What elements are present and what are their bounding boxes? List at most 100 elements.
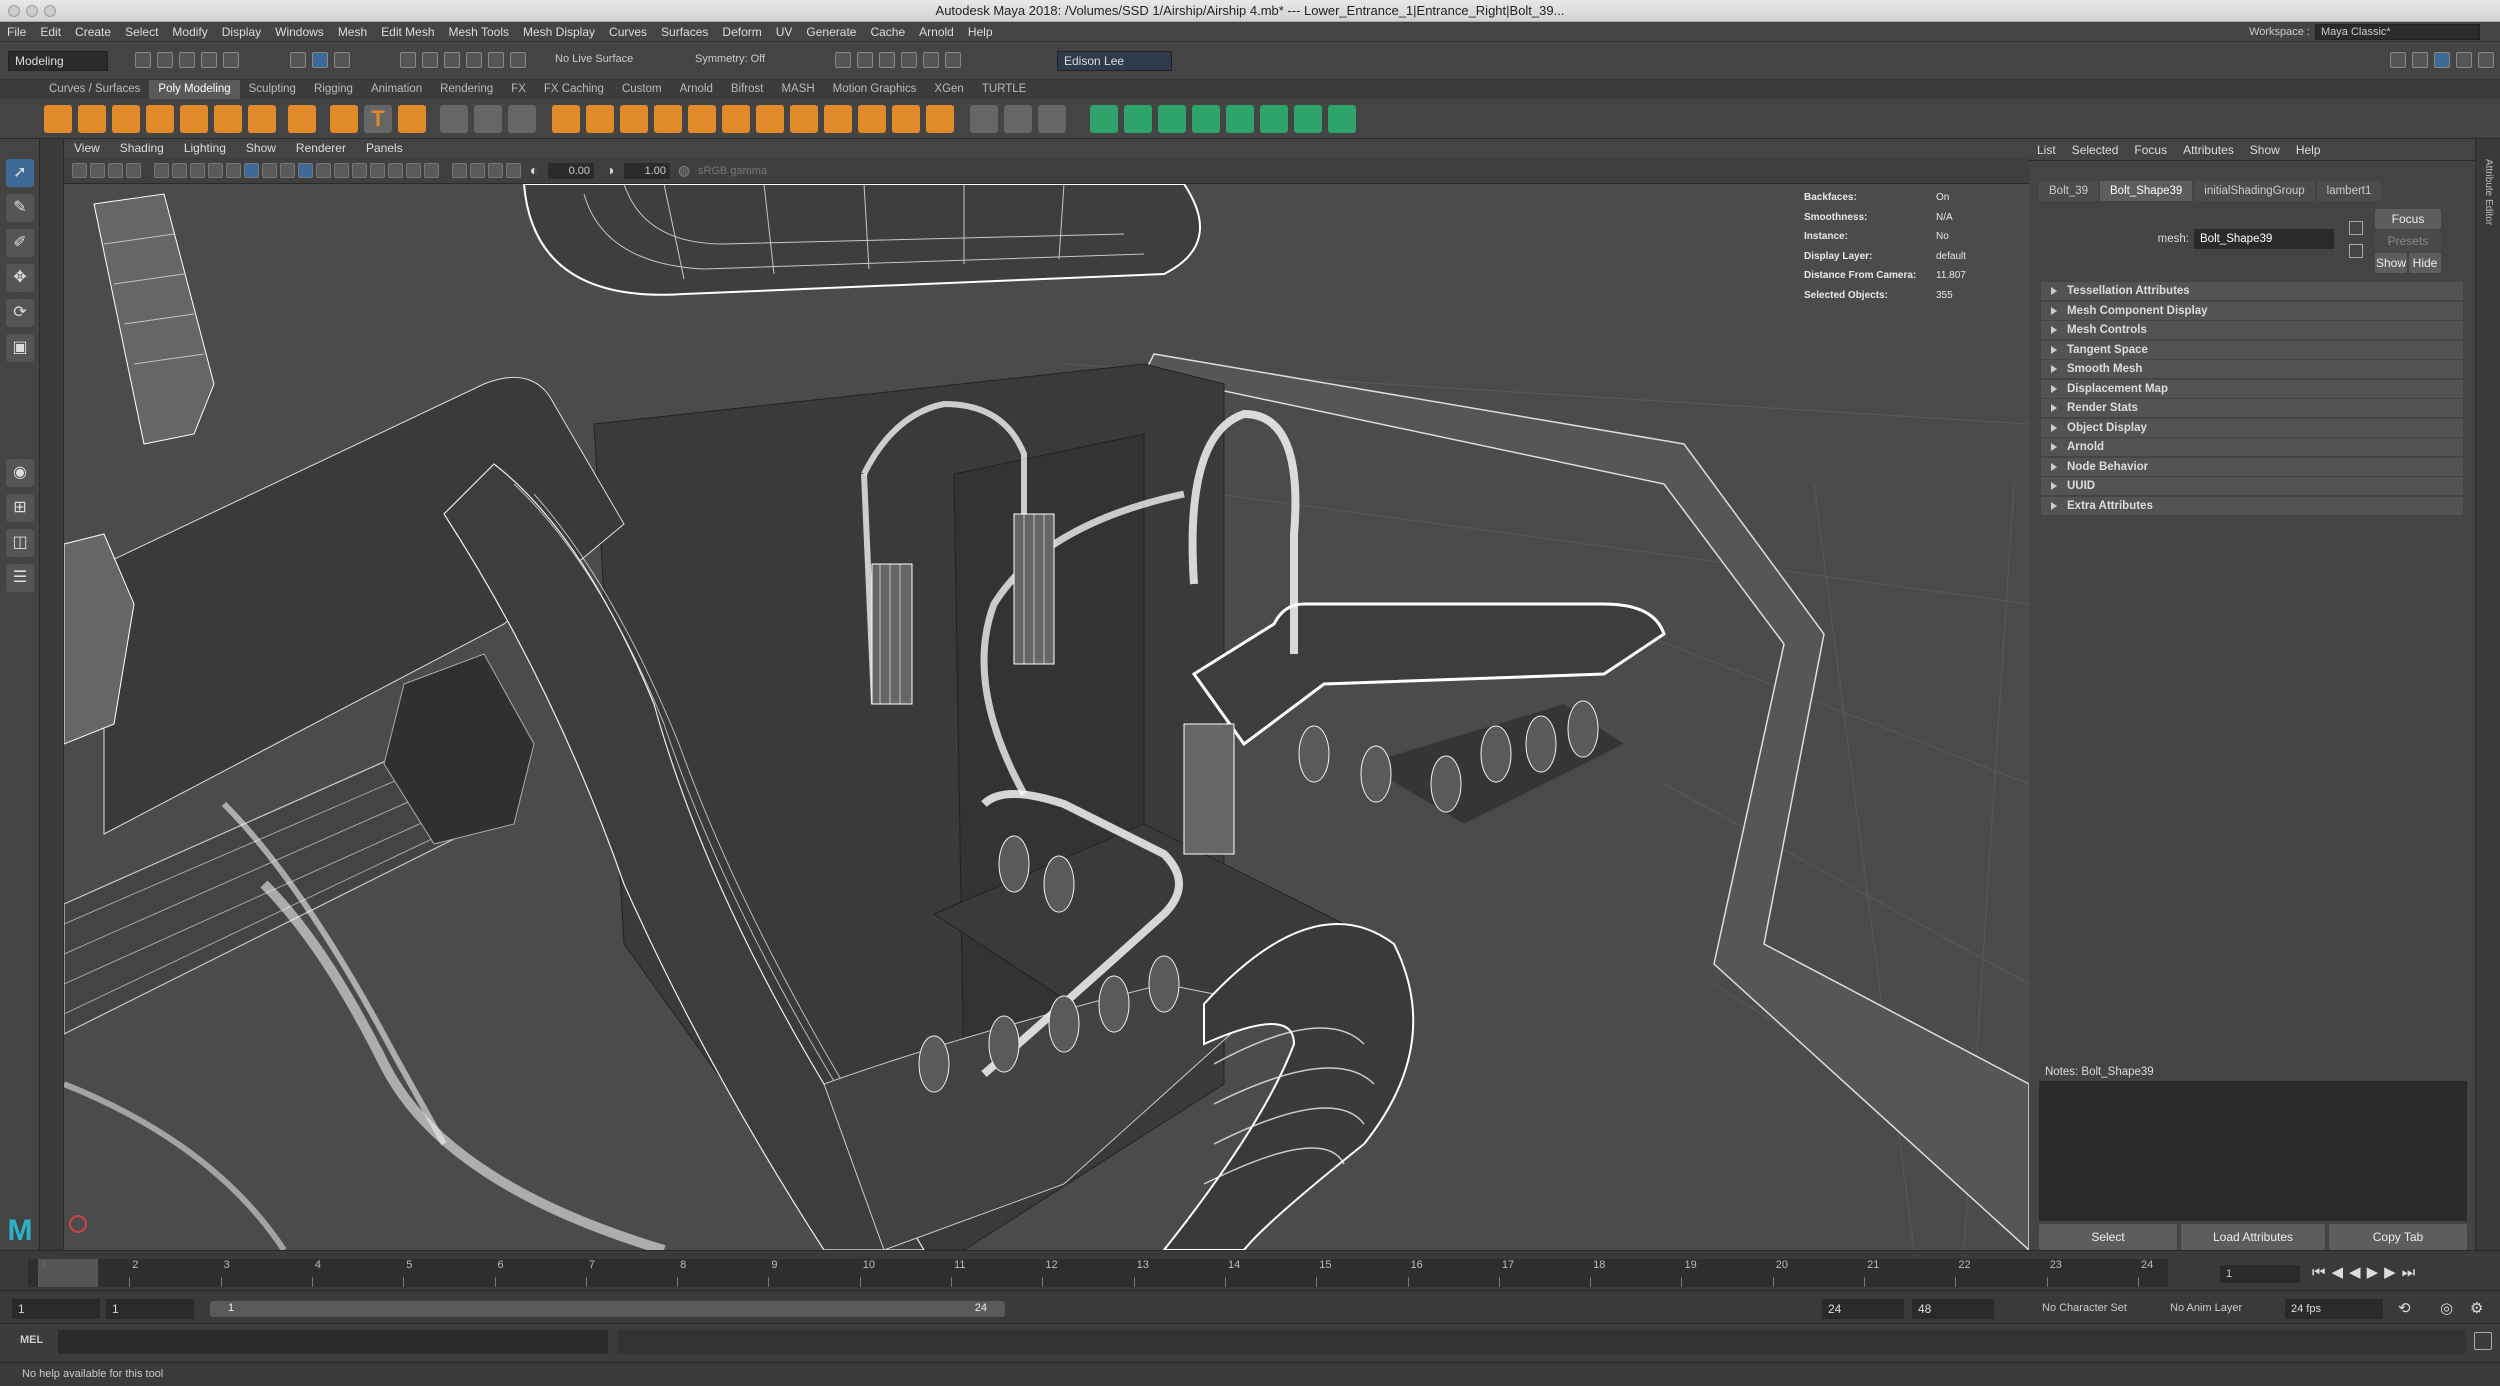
script-editor-icon[interactable]	[2474, 1332, 2492, 1350]
ipr-render-icon[interactable]	[879, 52, 895, 68]
textured-icon[interactable]	[316, 163, 331, 178]
panel-menu-panels[interactable]: Panels	[356, 139, 413, 158]
isolate-select-icon[interactable]	[452, 163, 467, 178]
shadows-icon[interactable]	[352, 163, 367, 178]
section-tessellation-attributes[interactable]: Tessellation Attributes	[2041, 282, 2463, 300]
quad-draw-icon[interactable]	[1038, 105, 1066, 133]
go-to-input-icon[interactable]	[2349, 221, 2363, 235]
gate-mask-icon[interactable]	[208, 163, 223, 178]
cylindrical-mapping-icon[interactable]	[1124, 105, 1152, 133]
section-node-behavior[interactable]: Node Behavior	[2041, 457, 2463, 476]
time-slider[interactable]: 123456789101112131415161718192021222324 …	[0, 1250, 2500, 1290]
insert-edge-loop-icon[interactable]	[970, 105, 998, 133]
hide-button[interactable]: Hide	[2409, 253, 2441, 273]
snap-surface-icon[interactable]	[488, 52, 504, 68]
exposure-field[interactable]: 0.00	[548, 163, 594, 179]
go-to-output-icon[interactable]	[2349, 244, 2363, 258]
copy-tab-button[interactable]: Copy Tab	[2329, 1224, 2467, 1250]
planar-mapping-icon[interactable]	[1090, 105, 1118, 133]
section-arnold[interactable]: Arnold	[2041, 438, 2463, 456]
node-tab-bolt-shape39[interactable]: Bolt_Shape39	[2100, 181, 2193, 201]
poly-torus-icon[interactable]	[180, 105, 208, 133]
append-polygon-icon[interactable]	[790, 105, 818, 133]
poly-cube-icon[interactable]	[78, 105, 106, 133]
section-mesh-controls[interactable]: Mesh Controls	[2041, 321, 2463, 339]
section-uuid[interactable]: UUID	[2041, 477, 2463, 495]
viewport-persp[interactable]: Backfaces: On Smoothness: N/A Instance: No Dis…	[64, 184, 2029, 1250]
depth-of-field-icon[interactable]	[424, 163, 439, 178]
separate-icon[interactable]	[586, 105, 614, 133]
shelf-tab-bifrost[interactable]: Bifrost	[722, 80, 773, 99]
gamma-field[interactable]: 1.00	[624, 163, 670, 179]
resolution-gate-icon[interactable]	[190, 163, 205, 178]
menu-display[interactable]: Display	[215, 22, 268, 42]
symmetry-label[interactable]: Symmetry: Off	[695, 53, 765, 65]
playback-preferences-icon[interactable]: ⚙	[2470, 1299, 2483, 1317]
auto-key-icon[interactable]: ◎	[2440, 1299, 2453, 1317]
workspace-select[interactable]: Maya Classic*	[2315, 24, 2480, 40]
snap-edge-icon[interactable]	[510, 52, 526, 68]
mesh-name-field[interactable]: Bolt_Shape39	[2194, 229, 2334, 249]
poly-disc-icon[interactable]	[248, 105, 276, 133]
automatic-mapping-icon[interactable]	[1192, 105, 1220, 133]
panel-menu-lighting[interactable]: Lighting	[174, 139, 236, 158]
panel-menu-view[interactable]: View	[64, 139, 110, 158]
menu-curves[interactable]: Curves	[602, 22, 654, 42]
smooth-shade-icon[interactable]	[262, 163, 277, 178]
panel-menu-show[interactable]: Show	[236, 139, 286, 158]
section-extra-attributes[interactable]: Extra Attributes	[2041, 496, 2463, 515]
multi-cut-icon[interactable]	[858, 105, 886, 133]
poly-plane-icon[interactable]	[214, 105, 242, 133]
timeline-ruler[interactable]: 123456789101112131415161718192021222324	[28, 1259, 2168, 1287]
ae-menu-attributes[interactable]: Attributes	[2175, 139, 2242, 161]
image-plane-icon[interactable]	[126, 163, 141, 178]
menu-mesh[interactable]: Mesh	[331, 22, 374, 42]
ae-menu-show[interactable]: Show	[2242, 139, 2288, 161]
user-account-select[interactable]: Edison Lee	[1057, 51, 1172, 71]
color-management-icon[interactable]: ◍	[678, 162, 690, 179]
svg-tool-icon[interactable]	[398, 105, 426, 133]
outliner-collapsed-tab[interactable]	[40, 139, 64, 1259]
wireframe-on-shaded-icon[interactable]	[298, 163, 313, 178]
mirror-icon[interactable]	[926, 105, 954, 133]
arnold-render-icon[interactable]	[945, 52, 961, 68]
load-attributes-button[interactable]: Load Attributes	[2181, 1224, 2325, 1250]
section-render-stats[interactable]: Render Stats	[2041, 399, 2463, 417]
camera-attributes-icon[interactable]	[90, 163, 105, 178]
shelf-tab-mash[interactable]: MASH	[772, 80, 823, 99]
menu-modify[interactable]: Modify	[165, 22, 214, 42]
spherical-mapping-icon[interactable]	[1158, 105, 1186, 133]
screen-space-ao-icon[interactable]	[370, 163, 385, 178]
menu-select[interactable]: Select	[118, 22, 165, 42]
combine-icon[interactable]	[552, 105, 580, 133]
offset-edge-loop-icon[interactable]	[1004, 105, 1032, 133]
shelf-tab-arnold[interactable]: Arnold	[671, 80, 722, 99]
hypershade-icon[interactable]	[923, 52, 939, 68]
fps-select[interactable]: 24 fps	[2285, 1299, 2383, 1319]
shelf-tab-curves-surfaces[interactable]: Curves / Surfaces	[40, 80, 149, 99]
rotate-tool-icon[interactable]: ⟳	[6, 299, 34, 327]
playback-controls[interactable]: ⏮◀◀▶▶⏭	[2312, 1263, 2421, 1281]
shelf-tab-fx-caching[interactable]: FX Caching	[535, 80, 613, 99]
outliner-icon[interactable]: ☰	[6, 564, 34, 592]
undo-icon[interactable]	[201, 52, 217, 68]
ae-menu-help[interactable]: Help	[2288, 139, 2329, 161]
minimize-window-button[interactable]	[26, 5, 38, 17]
ae-menu-selected[interactable]: Selected	[2064, 139, 2127, 161]
range-bar[interactable]: 1 24	[210, 1301, 1005, 1317]
focus-button[interactable]: Focus	[2375, 209, 2441, 229]
menu-edit[interactable]: Edit	[33, 22, 68, 42]
current-time-indicator[interactable]	[38, 1259, 98, 1287]
modeling-toolkit-icon[interactable]	[2412, 52, 2428, 68]
notes-textarea[interactable]	[2039, 1081, 2467, 1221]
platonic-solid-icon[interactable]	[288, 105, 316, 133]
paint-select-tool-icon[interactable]: ✐	[6, 229, 34, 257]
menu-set-select[interactable]: Modeling	[8, 51, 108, 71]
four-view-icon[interactable]: ⊞	[6, 494, 34, 522]
lasso-tool-icon[interactable]: ✎	[6, 194, 34, 222]
field-chart-icon[interactable]	[226, 163, 241, 178]
anti-aliasing-icon[interactable]	[406, 163, 421, 178]
presets-button[interactable]: Presets	[2375, 231, 2441, 251]
menu-arnold[interactable]: Arnold	[912, 22, 961, 42]
uv-editor-icon[interactable]	[474, 105, 502, 133]
